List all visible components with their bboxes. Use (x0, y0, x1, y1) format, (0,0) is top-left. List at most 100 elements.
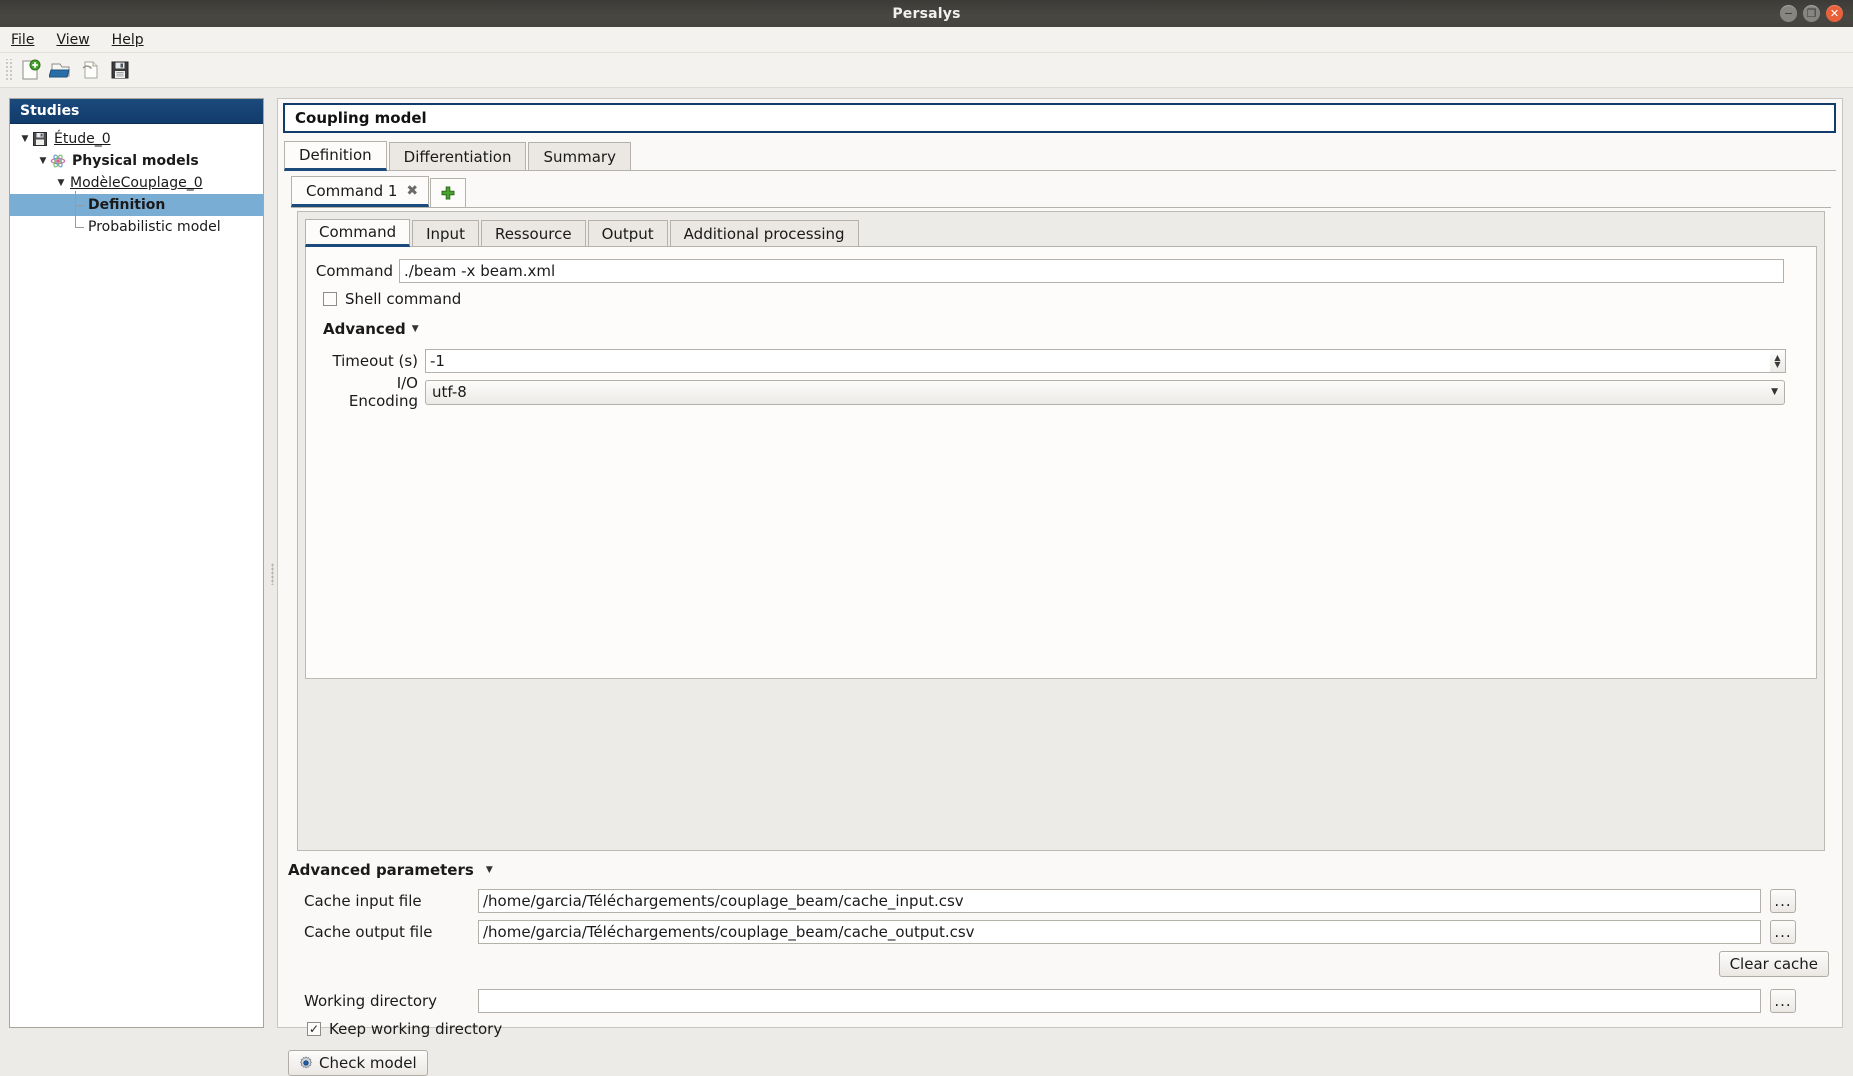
maximize-button[interactable]: ❐ (1803, 5, 1820, 22)
keep-working-directory-label: Keep working directory (329, 1020, 502, 1038)
check-model-button[interactable]: Check model (288, 1050, 428, 1076)
cache-output-row: Cache output file ... (288, 920, 1834, 944)
cache-input-browse-button[interactable]: ... (1770, 889, 1796, 913)
toolbar-grip[interactable] (4, 59, 12, 81)
cache-output-browse-button[interactable]: ... (1770, 920, 1796, 944)
timeout-row: Timeout (s) ▲ ▼ (326, 349, 1816, 373)
menu-bar: File View Help (0, 27, 1853, 53)
timeout-input[interactable] (425, 349, 1770, 373)
browse-label: ... (1774, 892, 1791, 910)
working-directory-field[interactable] (478, 989, 1761, 1013)
studies-tree: ▼ Étude_0 ▼ (10, 124, 263, 238)
advanced-disclosure[interactable]: Advanced ▼ (323, 317, 1816, 341)
save-study-icon (109, 59, 131, 81)
workspace: Studies ▼ Étude_0 ▼ (0, 88, 1853, 1053)
close-icon: ✕ (1830, 8, 1839, 19)
menu-help[interactable]: Help (101, 30, 155, 50)
tab-additional-processing[interactable]: Additional processing (670, 220, 859, 246)
tab-label: Definition (299, 146, 372, 164)
command-input[interactable] (399, 259, 1784, 283)
encoding-row: I/O Encoding utf-8 ▼ (326, 379, 1816, 405)
open-study-button[interactable] (45, 55, 75, 85)
clear-cache-button[interactable]: Clear cache (1719, 951, 1829, 977)
tab-command-1[interactable]: Command 1 ✖ (291, 176, 429, 207)
working-directory-browse-button[interactable]: ... (1770, 989, 1796, 1013)
cache-input-field[interactable] (478, 889, 1761, 913)
advanced-label: Advanced (323, 320, 406, 338)
tab-definition[interactable]: Definition (284, 141, 387, 171)
sidebar-item-definition[interactable]: Definition (10, 194, 263, 216)
window-title: Persalys (892, 6, 960, 22)
timeout-label: Timeout (s) (326, 352, 418, 370)
sidebar-item-label: Probabilistic model (86, 219, 221, 235)
sidebar-item-label: Étude_0 (52, 131, 111, 147)
expand-arrow-icon[interactable]: ▼ (18, 134, 32, 144)
menu-view[interactable]: View (45, 30, 100, 50)
tab-input[interactable]: Input (412, 220, 479, 246)
chevron-down-icon: ▼ (412, 324, 419, 334)
advanced-parameters-disclosure[interactable]: Advanced parameters ▼ (288, 861, 1834, 879)
tree-branch-icon (68, 194, 86, 216)
panel-splitter[interactable] (268, 98, 277, 1028)
cache-input-label: Cache input file (288, 892, 470, 910)
keep-working-directory-checkbox[interactable]: ✓ (307, 1022, 321, 1036)
atom-icon (50, 153, 68, 169)
page-title: Coupling model (283, 103, 1836, 133)
expand-arrow-icon[interactable]: ▼ (54, 178, 68, 188)
open-study-icon (49, 59, 71, 81)
encoding-label: I/O Encoding (326, 374, 418, 410)
close-icon[interactable]: ✖ (406, 183, 418, 199)
tab-label: Command 1 (306, 182, 397, 200)
sidebar-item-probabilistic-model[interactable]: Probabilistic model (10, 216, 263, 238)
sidebar-item-etude-0[interactable]: ▼ Étude_0 (10, 128, 263, 150)
clear-cache-label: Clear cache (1730, 955, 1818, 973)
stepper-down-icon[interactable]: ▼ (1774, 361, 1780, 368)
import-script-button[interactable] (75, 55, 105, 85)
browse-label: ... (1774, 923, 1791, 941)
window-controls: − ❐ ✕ (1780, 5, 1843, 22)
new-study-icon (19, 59, 41, 81)
command-editor-box: Command Input Ressource Output Additiona… (297, 211, 1825, 851)
expand-arrow-icon[interactable]: ▼ (36, 156, 50, 166)
tab-ressource[interactable]: Ressource (481, 220, 586, 246)
advanced-parameters-section: Advanced parameters ▼ Cache input file .… (288, 861, 1834, 1021)
encoding-select[interactable]: utf-8 ▼ (425, 380, 1785, 405)
sidebar-item-physical-models[interactable]: ▼ Physical models (10, 150, 263, 172)
tab-summary[interactable]: Summary (528, 142, 631, 170)
close-button[interactable]: ✕ (1826, 5, 1843, 22)
advanced-parameters-title: Advanced parameters (288, 861, 474, 879)
tab-label: Input (426, 225, 465, 243)
menu-view-label: View (56, 32, 89, 48)
shell-command-row: Shell command (323, 287, 1816, 311)
clear-cache-row: Clear cache (288, 951, 1834, 977)
tab-command[interactable]: Command (305, 219, 410, 247)
command-tab-page: Command Shell command Advanced ▼ Timeout… (305, 247, 1817, 679)
new-study-button[interactable] (15, 55, 45, 85)
minimize-icon: − (1784, 8, 1793, 19)
tab-output[interactable]: Output (588, 220, 668, 246)
studies-panel: Studies ▼ Étude_0 ▼ (9, 98, 264, 1028)
window-titlebar: Persalys − ❐ ✕ (0, 0, 1853, 27)
sidebar-item-modele-couplage-0[interactable]: ▼ ModèleCouplage_0 (10, 172, 263, 194)
add-command-button[interactable] (430, 178, 466, 207)
disk-icon (32, 131, 50, 147)
import-script-icon (79, 59, 101, 81)
sidebar-item-label: ModèleCouplage_0 (68, 175, 203, 191)
shell-command-label: Shell command (345, 290, 461, 308)
minimize-button[interactable]: − (1780, 5, 1797, 22)
keep-working-directory-row: ✓ Keep working directory (288, 1020, 1834, 1038)
timeout-stepper[interactable]: ▲ ▼ (1770, 349, 1786, 373)
coupling-model-panel: Coupling model Definition Differentiatio… (277, 98, 1843, 1028)
browse-label: ... (1774, 992, 1791, 1010)
cache-output-field[interactable] (478, 920, 1761, 944)
save-study-button[interactable] (105, 55, 135, 85)
model-tabbar: Definition Differentiation Summary (284, 141, 1836, 171)
command-label: Command (315, 262, 393, 280)
working-directory-row: Working directory ... (288, 989, 1834, 1013)
menu-file[interactable]: File (0, 30, 45, 50)
command-section-tabbar: Command Input Ressource Output Additiona… (305, 219, 1817, 247)
tab-label: Command (319, 223, 396, 241)
tab-label: Summary (543, 148, 616, 166)
tab-differentiation[interactable]: Differentiation (389, 142, 527, 170)
shell-command-checkbox[interactable] (323, 292, 337, 306)
